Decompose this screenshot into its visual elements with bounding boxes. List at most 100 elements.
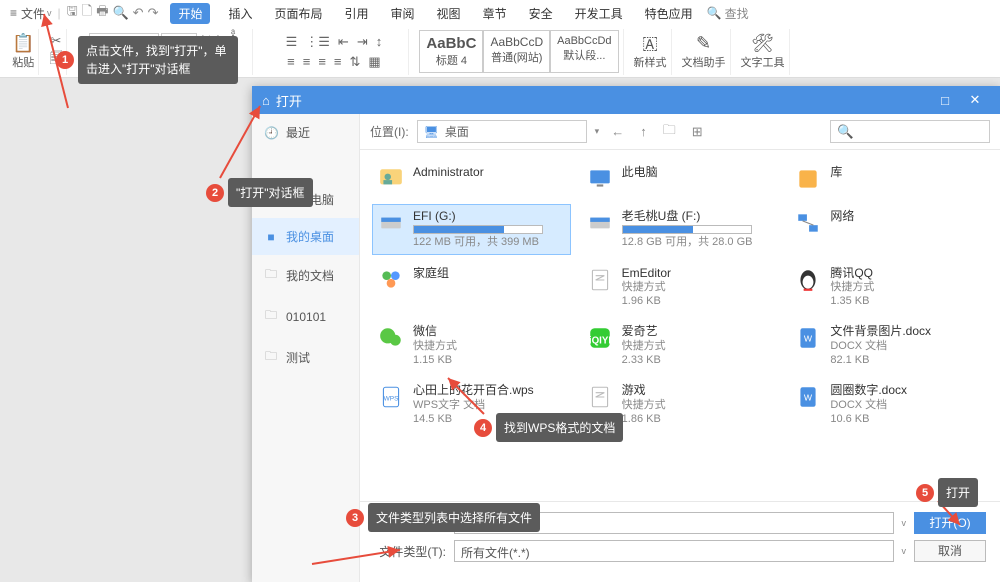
tab-view[interactable]: 视图 [433,3,465,24]
qq-icon [794,266,822,294]
up-icon[interactable]: ↑ [636,124,651,139]
file-item[interactable]: Administrator [372,160,571,198]
file-name: 此电脑 [622,165,658,179]
print-preview-icon[interactable]: 🗋 [82,2,92,24]
file-item[interactable]: 腾讯QQ快捷方式1.35 KB [789,261,988,314]
style-2[interactable]: AaBbCcD普通(网站) [483,30,550,73]
annotation-5: 5 打开 [916,478,978,507]
file-item[interactable]: 此电脑 [581,160,780,198]
file-item[interactable]: W圆圈数字.docxDOCX 文档10.6 KB [789,378,988,431]
style-1[interactable]: AaBbC标题 4 [419,30,483,73]
menubar: ≡ 文件 v | 🖫 🗋 🖶 🔍 ↶ ↷ 开始 插入 页面布局 引用 审阅 视图… [0,0,1000,26]
tab-special[interactable]: 特色应用 [641,3,697,24]
search-button[interactable]: 🔍 查找 [707,5,749,22]
file-item[interactable]: 网络 [789,204,988,255]
tab-dev[interactable]: 开发工具 [571,3,627,24]
file-name: Administrator [413,165,484,179]
net-icon [794,209,822,237]
sidebar-mydocs[interactable]: 🗀我的文档 [252,255,359,296]
indent-right-icon[interactable]: ⇥ [357,34,368,50]
maximize-icon[interactable]: □ [930,93,960,108]
file-name: 库 [830,165,842,179]
dialog-title: 打开 [276,91,302,110]
tools-group[interactable]: 🛠 文字工具 [737,29,790,75]
view-icon[interactable]: ⊞ [688,124,707,140]
cancel-button[interactable]: 取消 [914,540,986,562]
file-item[interactable]: W文件背景图片.docxDOCX 文档82.1 KB [789,319,988,372]
newstyle-group[interactable]: 🇦 新样式 [630,29,672,75]
pc-icon [586,165,614,193]
location-combo[interactable]: 🖥 桌面 [417,120,587,143]
folder-icon: 🗀 [264,306,278,327]
sidebar-010101[interactable]: 🗀010101 [252,296,359,337]
justify-icon[interactable]: ≡ [334,54,342,70]
sidebar-test[interactable]: 🗀测试 [252,337,359,378]
tab-insert[interactable]: 插入 [224,3,256,24]
file-name: 微信 [413,324,457,338]
annotation-4: 4 找到WPS格式的文档 [474,413,623,442]
file-item[interactable]: 库 [789,160,988,198]
sort-icon[interactable]: ↕ [376,34,383,50]
tab-references[interactable]: 引用 [341,3,373,24]
file-icon [586,383,614,411]
file-name: 家庭组 [413,266,449,280]
file-name: 老毛桃U盘 (F:) [622,209,753,223]
paste-label: 粘贴 [12,54,34,70]
sidebar-desktop[interactable]: ■我的桌面 [252,218,359,255]
tab-section[interactable]: 章节 [479,3,511,24]
styles-group: AaBbC标题 4 AaBbCcD普通(网站) AaBbCcDd默认段... [415,29,623,75]
align-left-icon[interactable]: ≡ [287,54,295,70]
line-spacing-icon[interactable]: ⇅ [350,54,361,70]
filetype-combo[interactable]: 所有文件(*.*) [454,540,894,562]
indent-left-icon[interactable]: ⇤ [338,34,349,50]
lib-icon [794,165,822,193]
location-bar: 位置(I): 🖥 桌面 ▾ ← ↑ 🗀 ⊞ [360,114,1000,150]
annotation-2: 2 "打开"对话框 [206,178,313,207]
file-item[interactable]: 家庭组 [372,261,571,314]
paste-group: 📋 粘贴 [8,29,39,75]
disk-icon [377,209,405,237]
paste-icon[interactable]: 📋 [12,33,34,54]
file-item[interactable]: 老毛桃U盘 (F:)12.8 GB 可用，共 28.0 GB [581,204,780,255]
file-name: 游戏 [622,383,666,397]
numbers-icon[interactable]: ⋮☰ [305,34,330,50]
file-item[interactable]: iQIYI爱奇艺快捷方式2.33 KB [581,319,780,372]
monitor-icon: 🖥 [424,125,439,139]
close-icon[interactable]: ✕ [960,92,990,108]
newfolder-icon[interactable]: 🗀 [659,121,680,143]
assist-icon: ✎ [696,33,711,54]
user-icon [377,165,405,193]
file-list: Administrator 此电脑 库 EFI (G:)122 MB 可用，共 399… [360,150,1000,501]
tab-start[interactable]: 开始 [170,3,210,24]
style-3[interactable]: AaBbCcDd默认段... [550,30,618,73]
file-icon [586,266,614,294]
newstyle-icon: 🇦 [642,33,658,54]
svg-text:W: W [804,392,813,402]
print-icon[interactable]: 🖶 [96,2,108,24]
home-icon [377,266,405,294]
shading-icon[interactable]: ▦ [368,54,380,70]
tab-layout[interactable]: 页面布局 [271,3,327,24]
back-icon[interactable]: ← [607,124,628,139]
folder-icon: 🗀 [264,265,278,286]
tab-review[interactable]: 审阅 [387,3,419,24]
redo-icon[interactable]: ↷ [148,5,159,21]
file-item[interactable]: EFI (G:)122 MB 可用，共 399 MB [372,204,571,255]
bullets-icon[interactable]: ☰ [286,34,298,50]
tab-security[interactable]: 安全 [525,3,557,24]
align-center-icon[interactable]: ≡ [303,54,311,70]
dialog-search-input[interactable] [830,120,990,143]
undo-icon[interactable]: ↶ [133,5,144,21]
annotation-3: 3 文件类型列表中选择所有文件 [346,503,540,532]
align-right-icon[interactable]: ≡ [318,54,326,70]
zoom-icon[interactable]: 🔍 [112,5,128,21]
desktop-icon: ■ [264,230,278,244]
svg-text:WPS: WPS [384,395,399,402]
ribbon-tabs: 开始 插入 页面布局 引用 审阅 视图 章节 安全 开发工具 特色应用 [170,3,696,24]
hamburger-icon[interactable]: ≡ [10,6,17,20]
file-item[interactable]: EmEditor快捷方式1.96 KB [581,261,780,314]
assist-group[interactable]: ✎ 文档助手 [678,29,731,75]
file-item[interactable]: 微信快捷方式1.15 KB [372,319,571,372]
file-name: EFI (G:) [413,209,543,223]
iqy-icon: iQIYI [586,324,614,352]
